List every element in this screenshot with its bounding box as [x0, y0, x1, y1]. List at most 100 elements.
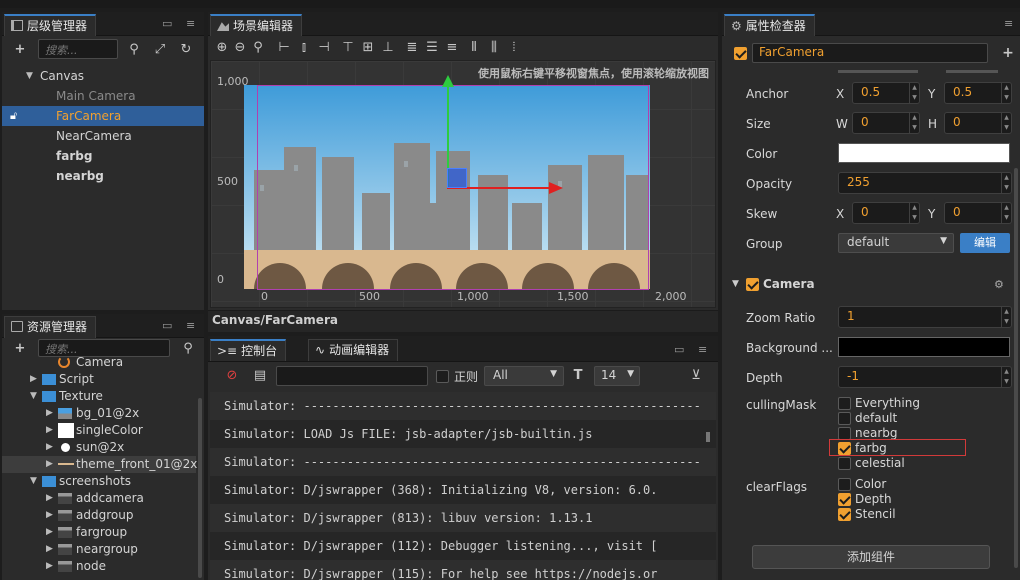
- add-icon[interactable]: +: [1000, 45, 1016, 61]
- zoom-out-icon[interactable]: ⊖: [232, 40, 248, 56]
- tree-node-nearbg[interactable]: nearbg: [2, 166, 204, 186]
- align-right-icon[interactable]: ⊣: [316, 40, 332, 56]
- tree-node-main-camera[interactable]: Main Camera: [2, 86, 204, 106]
- distribute-left-icon[interactable]: ⦀: [466, 40, 482, 56]
- lock-icon[interactable]: 🔓︎: [10, 106, 17, 126]
- asset-row[interactable]: ▶ fargroup: [2, 524, 196, 541]
- scene-viewport[interactable]: 使用鼠标右键平移视窗焦点，使用滚轮缩放视图 1,000 500 0 0 500 …: [210, 60, 716, 308]
- clear-flag-checkbox[interactable]: [838, 478, 851, 491]
- opacity-input[interactable]: 255 ▲ ▼: [838, 172, 1012, 194]
- menu-icon[interactable]: ≡: [186, 319, 195, 332]
- asset-row[interactable]: ▶ Script: [2, 371, 196, 388]
- node-active-checkbox[interactable]: [734, 47, 747, 60]
- console-scrollbar[interactable]: [706, 432, 710, 442]
- expand-arrow-icon[interactable]: ▶: [30, 371, 37, 388]
- tab-console[interactable]: >≡ 控制台: [210, 339, 287, 361]
- asset-row[interactable]: ▶ theme_front_01@2x: [2, 456, 197, 473]
- asset-row[interactable]: ▶ addcamera: [2, 490, 196, 507]
- tab-assets[interactable]: 资源管理器: [4, 316, 97, 338]
- hierarchy-search-input[interactable]: 搜索...: [38, 39, 118, 59]
- font-size-select[interactable]: 14 ▼: [594, 366, 640, 386]
- align-top-icon[interactable]: ⊤: [340, 40, 356, 56]
- asset-row[interactable]: ▶ sun@2x: [2, 439, 196, 456]
- expand-arrow-icon[interactable]: ▶: [46, 541, 53, 558]
- background-color-swatch[interactable]: [838, 337, 1010, 357]
- refresh-icon[interactable]: ↻: [178, 42, 194, 58]
- log-level-select[interactable]: All ▼: [484, 366, 564, 386]
- maximize-icon[interactable]: ▭: [674, 343, 684, 356]
- spinner-icon[interactable]: ▲ ▼: [909, 203, 919, 223]
- tab-animation[interactable]: ∿ 动画编辑器: [308, 339, 399, 361]
- distribute-vcenter-icon[interactable]: ☰: [424, 40, 440, 56]
- expand-arrow-icon[interactable]: ▶: [46, 456, 53, 473]
- align-bottom-icon[interactable]: ⊥: [380, 40, 396, 56]
- align-vcenter-icon[interactable]: ⊞: [360, 40, 376, 56]
- zoom-reset-icon[interactable]: ⚲: [250, 40, 266, 56]
- tree-node-nearcamera[interactable]: NearCamera: [2, 126, 204, 146]
- spinner-icon[interactable]: ▲ ▼: [909, 113, 919, 133]
- zoom-in-icon[interactable]: ⊕: [214, 40, 230, 56]
- expand-arrow-icon[interactable]: ▶: [46, 439, 53, 456]
- expand-arrow-icon[interactable]: ▶: [46, 422, 53, 439]
- gizmo-center-handle[interactable]: [447, 168, 467, 188]
- skew-x-input[interactable]: 0 ▲ ▼: [852, 202, 920, 224]
- asset-row[interactable]: Camera: [2, 354, 196, 371]
- color-swatch[interactable]: [838, 143, 1010, 163]
- expand-arrow-icon[interactable]: ▶: [46, 405, 53, 422]
- gizmo-y-arrow-icon[interactable]: [442, 75, 454, 87]
- size-w-input[interactable]: 0 ▲ ▼: [852, 112, 920, 134]
- collapse-arrow-icon[interactable]: ▼: [732, 279, 739, 289]
- align-left-icon[interactable]: ⊢: [276, 40, 292, 56]
- clear-flag-checkbox[interactable]: [838, 493, 851, 506]
- asset-row[interactable]: ▶ node: [2, 558, 196, 575]
- expand-arrow-icon[interactable]: ▶: [46, 524, 53, 541]
- depth-input[interactable]: -1 ▲ ▼: [838, 366, 1012, 388]
- expand-arrow-icon[interactable]: ▼: [30, 388, 37, 405]
- align-hcenter-icon[interactable]: ⫾: [296, 40, 312, 56]
- tab-hierarchy[interactable]: 层级管理器: [4, 14, 97, 36]
- console-filter-input[interactable]: [276, 366, 428, 386]
- add-icon[interactable]: +: [12, 42, 28, 58]
- node-name-input[interactable]: FarCamera: [752, 43, 988, 63]
- inspector-scrollbar[interactable]: [1014, 168, 1018, 568]
- asset-row[interactable]: ▼ screenshots: [2, 473, 196, 490]
- size-h-input[interactable]: 0 ▲ ▼: [944, 112, 1012, 134]
- open-log-icon[interactable]: ▤: [252, 368, 268, 384]
- clear-icon[interactable]: ⊘: [224, 368, 240, 384]
- skew-y-input[interactable]: 0 ▲ ▼: [944, 202, 1012, 224]
- menu-icon[interactable]: ≡: [186, 17, 195, 30]
- distribute-right-icon[interactable]: ⦙: [506, 40, 522, 56]
- camera-component-header[interactable]: ▼ Camera ⚙: [722, 274, 1012, 298]
- expand-icon[interactable]: ⤢: [152, 42, 168, 58]
- tab-scene[interactable]: 场景编辑器: [210, 14, 303, 36]
- culling-checkbox[interactable]: [838, 457, 851, 470]
- spinner-icon[interactable]: ▲ ▼: [1001, 203, 1011, 223]
- maximize-icon[interactable]: ▭: [162, 17, 172, 30]
- distribute-top-icon[interactable]: ≣: [404, 40, 420, 56]
- gizmo-x-arrow-icon[interactable]: [549, 182, 563, 194]
- anchor-y-input[interactable]: 0.5 ▲ ▼: [944, 82, 1012, 104]
- culling-checkbox[interactable]: [838, 397, 851, 410]
- tree-node-canvas[interactable]: ▼ Canvas: [2, 66, 204, 86]
- distribute-bottom-icon[interactable]: ≡: [444, 40, 460, 56]
- expand-arrow-icon[interactable]: ▼: [26, 66, 33, 86]
- tab-inspector[interactable]: ⚙ 属性检查器: [724, 14, 815, 36]
- component-gear-icon[interactable]: ⚙: [994, 278, 1004, 291]
- group-edit-button[interactable]: 编辑: [960, 233, 1010, 253]
- expand-arrow-icon[interactable]: ▼: [30, 473, 37, 490]
- distribute-hcenter-icon[interactable]: ⫼: [486, 40, 502, 56]
- asset-row[interactable]: ▶ bg_01@2x: [2, 405, 196, 422]
- tree-node-farcamera[interactable]: 🔓︎ FarCamera: [2, 106, 204, 126]
- spinner-icon[interactable]: ▲ ▼: [1001, 173, 1011, 193]
- menu-icon[interactable]: ≡: [1004, 17, 1013, 30]
- expand-arrow-icon[interactable]: ▶: [46, 558, 53, 575]
- spinner-icon[interactable]: ▲ ▼: [1001, 367, 1011, 387]
- zoom-ratio-input[interactable]: 1 ▲ ▼: [838, 306, 1012, 328]
- spinner-icon[interactable]: ▲ ▼: [1001, 113, 1011, 133]
- spinner-icon[interactable]: ▲ ▼: [1001, 83, 1011, 103]
- tree-node-farbg[interactable]: farbg: [2, 146, 204, 166]
- regex-checkbox[interactable]: [436, 370, 449, 383]
- search-icon[interactable]: ⚲: [126, 42, 142, 58]
- add-component-button[interactable]: 添加组件: [752, 545, 990, 569]
- asset-row[interactable]: ▶ addgroup: [2, 507, 196, 524]
